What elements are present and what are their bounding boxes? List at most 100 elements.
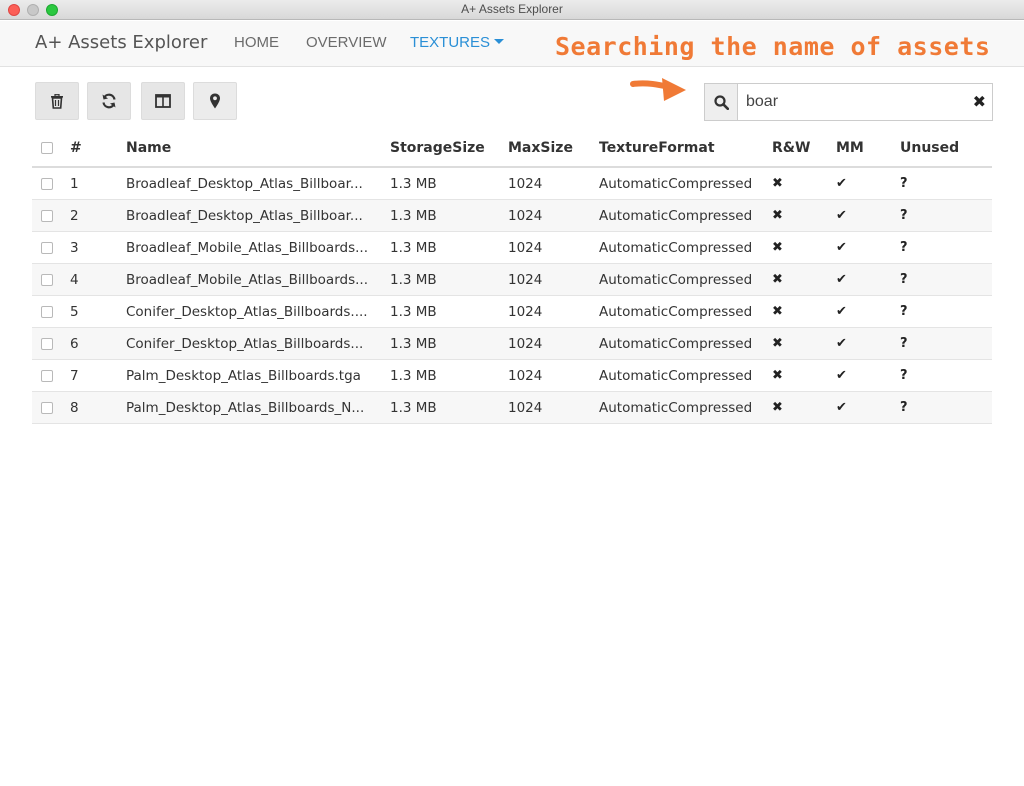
texture-format: AutomaticCompressed	[599, 303, 753, 320]
unused-question-icon: ?	[900, 176, 908, 191]
checkbox-box	[41, 337, 53, 350]
nav-home[interactable]: HOME	[234, 34, 279, 51]
mm-check-icon: ✔	[836, 272, 847, 287]
row-checkbox[interactable]	[41, 200, 55, 231]
rw-cross-icon: ✖	[772, 336, 783, 351]
header-unused[interactable]: Unused	[900, 130, 970, 166]
row-checkbox[interactable]	[41, 168, 55, 199]
search-input[interactable]	[739, 84, 969, 120]
unused-question-icon: ?	[900, 272, 908, 287]
max-size: 1024	[508, 303, 543, 320]
header-name[interactable]: Name	[126, 130, 378, 166]
max-size: 1024	[508, 239, 543, 256]
mm-check-icon: ✔	[836, 336, 847, 351]
mm-check-icon: ✔	[836, 304, 847, 319]
row-checkbox[interactable]	[41, 360, 55, 391]
unused-question-icon: ?	[900, 400, 908, 415]
max-size: 1024	[508, 399, 543, 416]
header-mm[interactable]: MM	[836, 130, 886, 166]
storage-size: 1.3 MB	[390, 271, 437, 288]
clear-search-icon[interactable]: ✖	[973, 94, 986, 110]
rw-cross-icon: ✖	[772, 240, 783, 255]
assets-table: # Name StorageSize MaxSize TextureFormat…	[32, 130, 992, 424]
header-storage-size[interactable]: StorageSize	[390, 130, 500, 166]
rw-cross-icon: ✖	[772, 176, 783, 191]
header-texture-format[interactable]: TextureFormat	[599, 130, 769, 166]
map-marker-icon	[210, 93, 220, 109]
asset-name-text: Conifer_Desktop_Atlas_Billboards....	[126, 303, 368, 320]
texture-format: AutomaticCompressed	[599, 367, 753, 384]
table-row[interactable]: 6 Conifer_Desktop_Atlas_Billboards... 1.…	[32, 328, 992, 360]
window-title: A+ Assets Explorer	[461, 2, 563, 16]
asset-name: Broadleaf_Desktop_Atlas_Billboar...	[126, 168, 378, 199]
header-num[interactable]: #	[70, 130, 110, 166]
rw-cross-icon: ✖	[772, 304, 783, 319]
header-max-size[interactable]: MaxSize	[508, 130, 588, 166]
row-number: 8	[70, 399, 79, 416]
row-checkbox[interactable]	[41, 232, 55, 263]
search-addon	[705, 84, 738, 120]
texture-format: AutomaticCompressed	[599, 207, 753, 224]
checkbox-box	[41, 209, 53, 222]
max-size: 1024	[508, 271, 543, 288]
table-row[interactable]: 4 Broadleaf_Mobile_Atlas_Billboards... 1…	[32, 264, 992, 296]
columns-icon	[155, 94, 171, 108]
delete-button[interactable]	[35, 82, 79, 120]
table-row[interactable]: 3 Broadleaf_Mobile_Atlas_Billboards... 1…	[32, 232, 992, 264]
unused-question-icon: ?	[900, 240, 908, 255]
unused-question-icon: ?	[900, 336, 908, 351]
table-row[interactable]: 1 Broadleaf_Desktop_Atlas_Billboar... 1.…	[32, 168, 992, 200]
checkbox-box	[41, 177, 53, 190]
rw-cross-icon: ✖	[772, 272, 783, 287]
nav-textures-label: TEXTURES	[410, 34, 491, 51]
annotation-text: Searching the name of assets	[555, 32, 991, 61]
annotation-arrow-icon	[630, 78, 686, 101]
texture-format: AutomaticCompressed	[599, 175, 753, 192]
search-icon	[713, 94, 729, 110]
select-all-checkbox[interactable]	[41, 130, 55, 166]
caret-down-icon	[494, 39, 505, 45]
row-checkbox[interactable]	[41, 264, 55, 295]
row-number: 1	[70, 175, 79, 192]
storage-size: 1.3 MB	[390, 303, 437, 320]
row-number: 4	[70, 271, 79, 288]
refresh-button[interactable]	[87, 82, 131, 120]
asset-name: Broadleaf_Mobile_Atlas_Billboards...	[126, 232, 378, 263]
columns-button[interactable]	[141, 82, 185, 120]
max-size: 1024	[508, 175, 543, 192]
max-size: 1024	[508, 367, 543, 384]
refresh-icon	[102, 93, 116, 109]
asset-name: Palm_Desktop_Atlas_Billboards_N...	[126, 392, 378, 423]
row-checkbox[interactable]	[41, 328, 55, 359]
asset-name-text: Broadleaf_Desktop_Atlas_Billboar...	[126, 175, 363, 192]
mm-check-icon: ✔	[836, 176, 847, 191]
search-box: ✖	[704, 83, 993, 121]
row-number: 3	[70, 239, 79, 256]
asset-name-text: Palm_Desktop_Atlas_Billboards.tga	[126, 367, 361, 384]
row-number: 6	[70, 335, 79, 352]
table-header: # Name StorageSize MaxSize TextureFormat…	[32, 130, 992, 168]
table-row[interactable]: 5 Conifer_Desktop_Atlas_Billboards.... 1…	[32, 296, 992, 328]
row-checkbox[interactable]	[41, 392, 55, 423]
nav-overview[interactable]: OVERVIEW	[306, 34, 387, 51]
row-checkbox[interactable]	[41, 296, 55, 327]
nav-textures[interactable]: TEXTURES	[410, 34, 505, 51]
asset-name: Conifer_Desktop_Atlas_Billboards....	[126, 296, 378, 327]
texture-format: AutomaticCompressed	[599, 399, 753, 416]
app-brand[interactable]: A+ Assets Explorer	[35, 32, 207, 53]
rw-cross-icon: ✖	[772, 368, 783, 383]
asset-name-text: Palm_Desktop_Atlas_Billboards_N...	[126, 399, 365, 416]
unused-question-icon: ?	[900, 208, 908, 223]
rw-cross-icon: ✖	[772, 208, 783, 223]
asset-name-text: Broadleaf_Mobile_Atlas_Billboards...	[126, 239, 368, 256]
header-rw[interactable]: R&W	[772, 130, 822, 166]
table-row[interactable]: 7 Palm_Desktop_Atlas_Billboards.tga 1.3 …	[32, 360, 992, 392]
texture-format: AutomaticCompressed	[599, 239, 753, 256]
row-number: 7	[70, 367, 79, 384]
table-row[interactable]: 2 Broadleaf_Desktop_Atlas_Billboar... 1.…	[32, 200, 992, 232]
asset-name-text: Broadleaf_Desktop_Atlas_Billboar...	[126, 207, 363, 224]
locate-button[interactable]	[193, 82, 237, 120]
checkbox-box	[41, 369, 53, 382]
window-titlebar: A+ Assets Explorer	[0, 0, 1024, 20]
table-row[interactable]: 8 Palm_Desktop_Atlas_Billboards_N... 1.3…	[32, 392, 992, 424]
